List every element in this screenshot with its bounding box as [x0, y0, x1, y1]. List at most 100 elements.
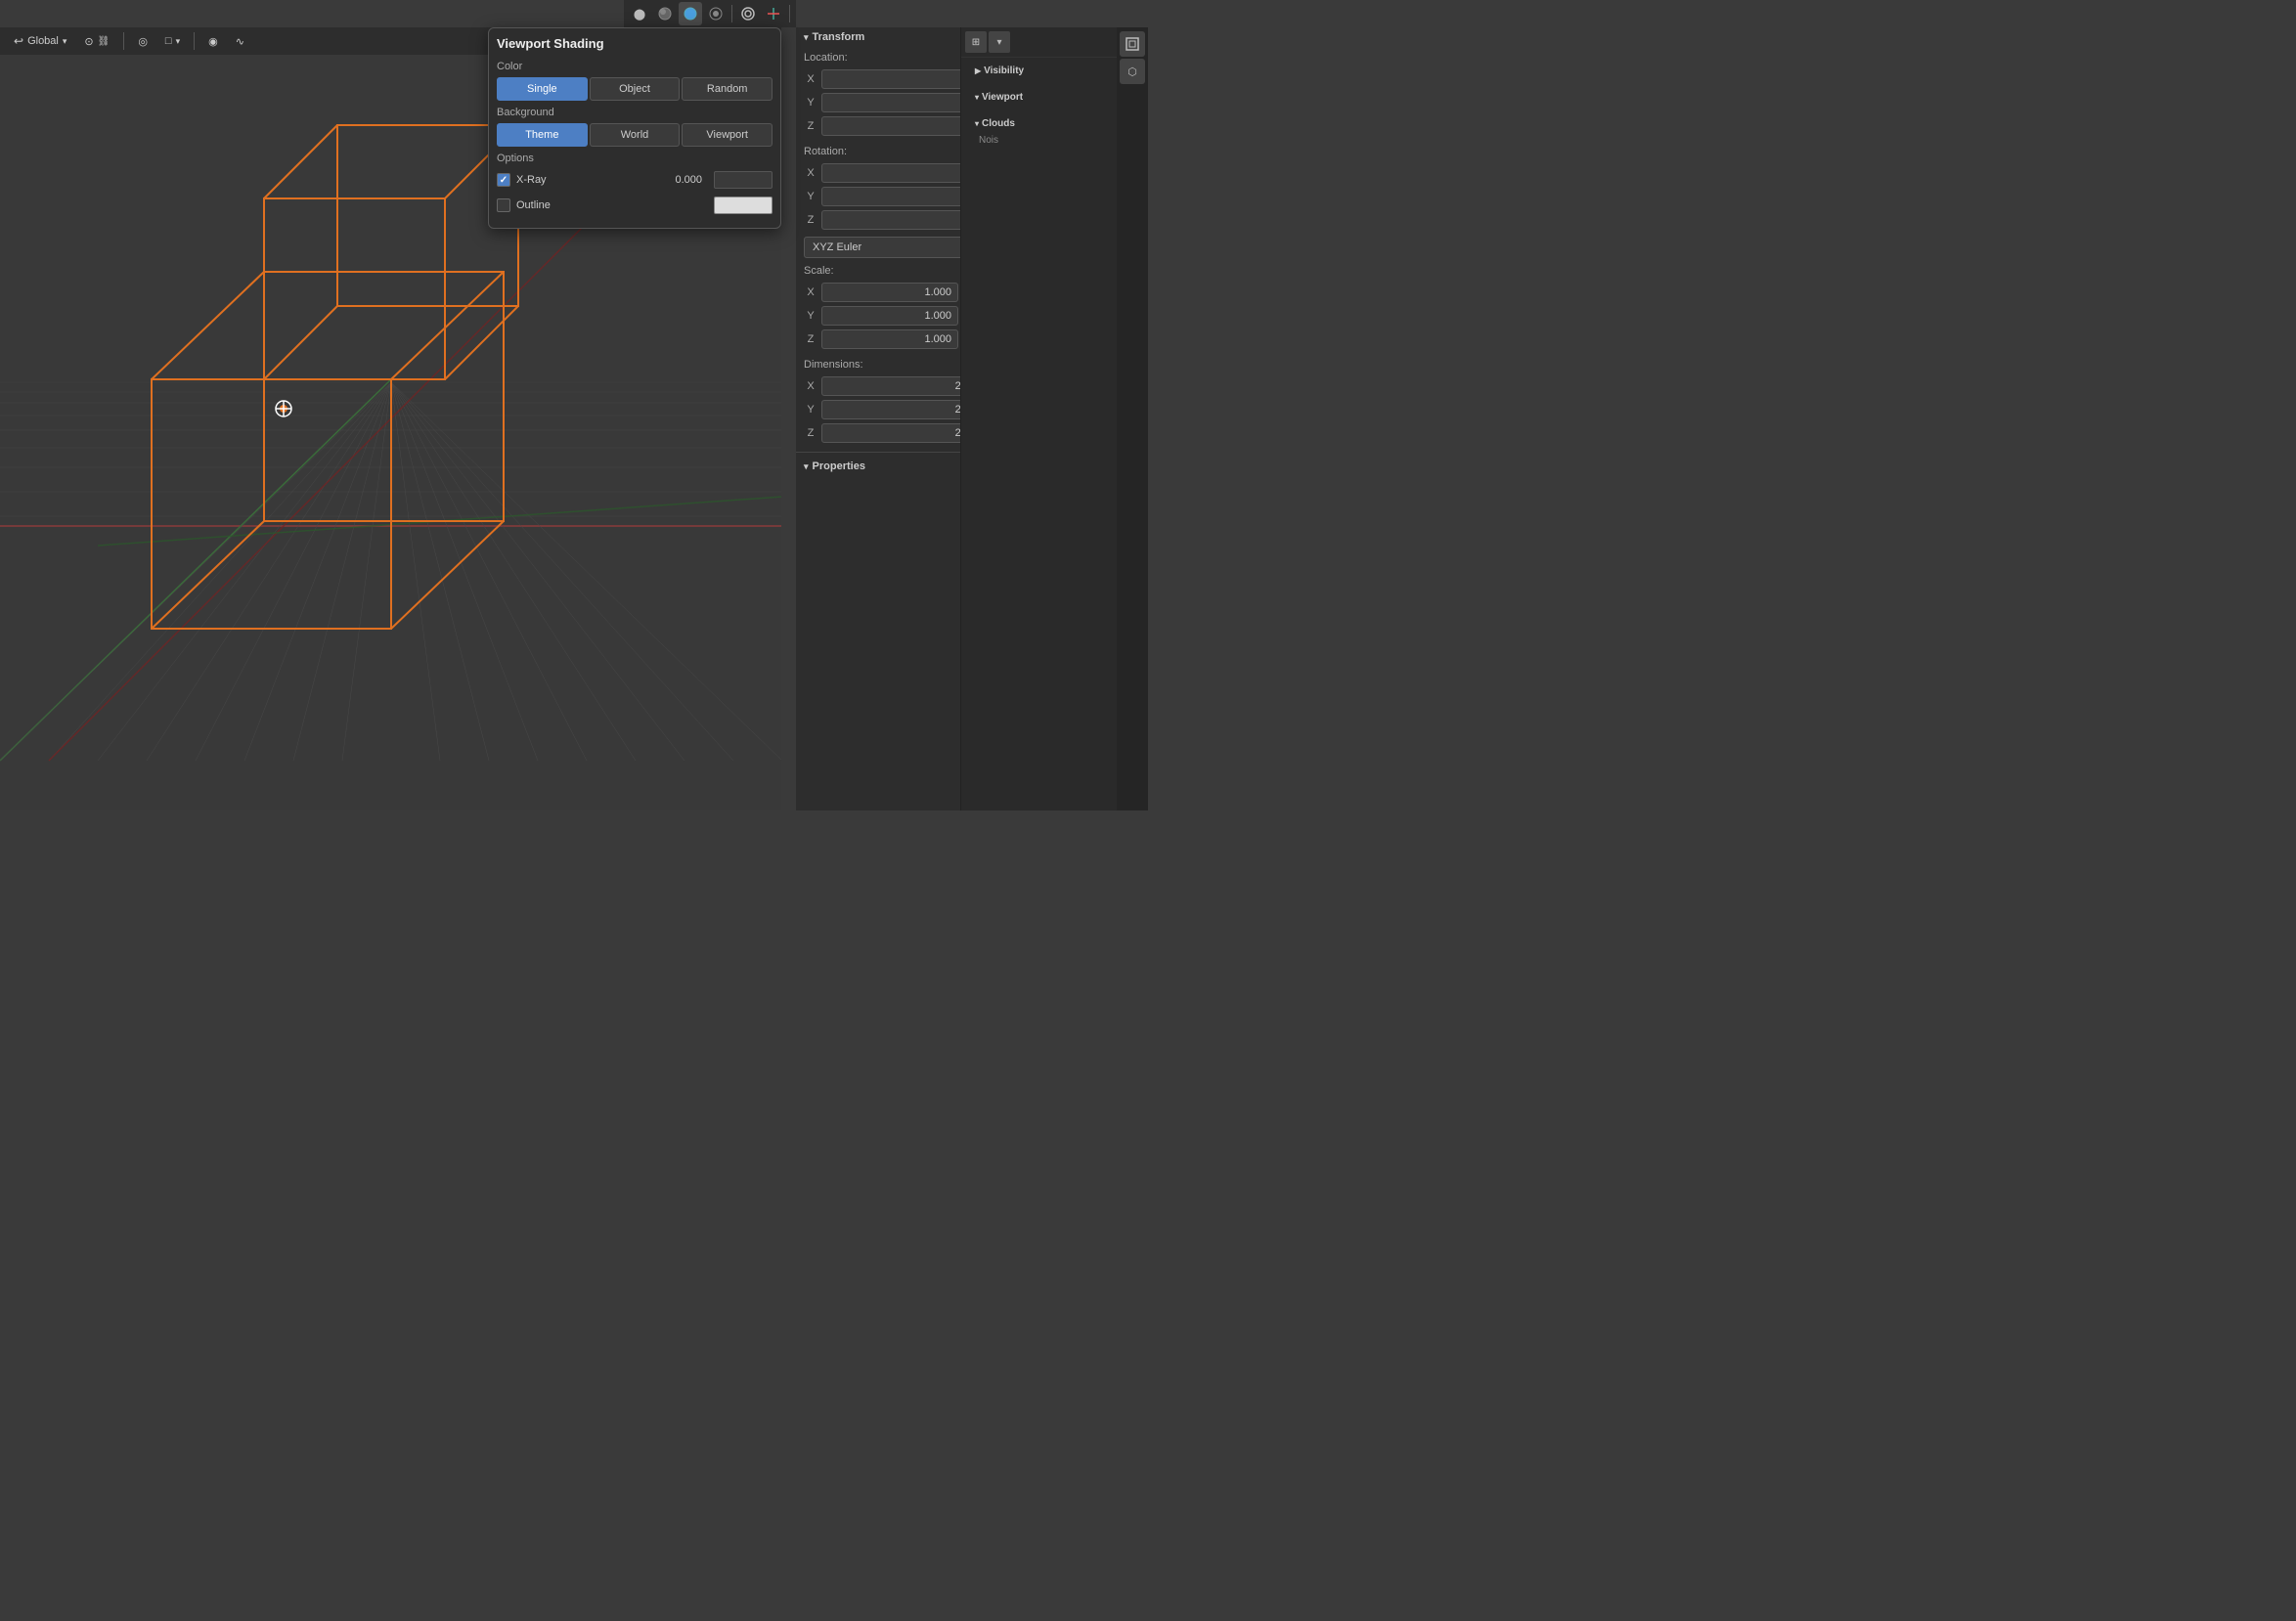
material-shading-btn[interactable] — [653, 2, 677, 25]
scale-x-value: 1.000 — [924, 286, 951, 298]
dim-x-input[interactable]: 2 m — [821, 376, 980, 396]
viewport-container: ▾ Viewport — [961, 84, 1117, 110]
proportional-edit-toggle[interactable]: □ ▾ — [159, 33, 186, 49]
transform-section-label: Transform — [813, 31, 865, 43]
pivot-link-icon: ⛓ — [98, 36, 110, 47]
euler-label: XYZ Euler — [813, 241, 861, 253]
dimensions-fields: X 2 m Y 2 m Z 2 m — [796, 375, 988, 448]
dim-y-row: Y 2 m — [804, 399, 980, 420]
scale-z-label: Z — [804, 333, 817, 345]
rendered-shading-btn[interactable] — [679, 2, 702, 25]
bg-viewport-btn[interactable]: Viewport — [682, 123, 773, 147]
location-label: Location: — [804, 52, 872, 64]
scale-row: Scale: — [796, 260, 988, 282]
xray-label: X-Ray — [516, 174, 669, 186]
rotation-x-row: X — [804, 162, 980, 184]
bg-theme-btn[interactable]: Theme — [497, 123, 588, 147]
background-section-label: Background — [497, 107, 773, 118]
euler-dropdown[interactable]: XYZ Euler ▾ — [804, 237, 980, 258]
popup-title: Viewport Shading — [497, 36, 773, 51]
visibility-header[interactable]: ▶ Visibility — [967, 62, 1111, 80]
viewport-section-label: Viewport — [982, 92, 1023, 103]
rotation-y-input[interactable] — [821, 187, 980, 206]
far-right-panel: ⬡ — [1117, 27, 1148, 810]
viewport-overlays-btn[interactable] — [736, 2, 760, 25]
xray-option-row: ✓ X-Ray 0.000 — [497, 169, 773, 191]
dim-y-input[interactable]: 2 m — [821, 400, 980, 419]
far-right-icon-1[interactable] — [1120, 31, 1145, 57]
proportional-icon: □ — [165, 35, 172, 47]
dim-z-row: Z 2 m — [804, 422, 980, 444]
pivot-point-selector[interactable]: ⊙ ⛓ — [78, 33, 115, 50]
viewport-shading-popup: Viewport Shading Color Single Object Ran… — [488, 27, 781, 229]
viewport-section-header[interactable]: ▾ Viewport — [967, 88, 1111, 107]
outline-option-row: Outline — [497, 195, 773, 216]
xray-checkbox[interactable]: ✓ — [497, 173, 510, 187]
scale-z-value: 1.000 — [924, 333, 951, 345]
pivot-icon: ⊙ — [84, 35, 93, 48]
snap-toggle[interactable]: ◎ — [132, 33, 154, 50]
dimensions-row: Dimensions: — [796, 354, 988, 375]
rotation-z-label: Z — [804, 214, 817, 226]
properties-section-header[interactable]: ▾ Properties ⋯ — [796, 457, 988, 476]
color-section-label: Color — [497, 61, 773, 72]
orientation-label: Global — [27, 35, 59, 47]
scale-x-input[interactable]: 1.000 — [821, 283, 958, 302]
overlay-toggle[interactable]: ◉ — [202, 33, 224, 50]
rotation-y-row: Y — [804, 186, 980, 207]
location-y-row: Y — [804, 92, 980, 113]
bg-world-btn[interactable]: World — [590, 123, 681, 147]
dim-z-input[interactable]: 2 m — [821, 423, 980, 443]
visibility-chevron: ▶ — [975, 66, 981, 75]
rotation-x-input[interactable] — [821, 163, 980, 183]
color-random-btn[interactable]: Random — [682, 77, 773, 101]
transform-orientation-selector[interactable]: ↩ Global ▾ — [8, 32, 72, 50]
viewport-shading-header: ⬤ — [624, 0, 796, 27]
color-single-btn[interactable]: Single — [497, 77, 588, 101]
header-sep — [731, 5, 732, 22]
clouds-label: Clouds — [982, 118, 1015, 129]
location-z-label: Z — [804, 120, 817, 132]
dim-x-row: X 2 m — [804, 375, 980, 397]
scale-z-input[interactable]: 1.000 — [821, 329, 958, 349]
wave-icon-btn[interactable]: ∿ — [230, 33, 250, 50]
scale-y-value: 1.000 — [924, 310, 951, 322]
snap-icon: ◎ — [138, 35, 148, 48]
n-panel: ▾ Transform Location: X Y Z — [796, 27, 988, 810]
dimensions-label: Dimensions: — [804, 359, 872, 371]
location-fields: X Y Z — [796, 68, 988, 141]
orientation-icon: ↩ — [14, 34, 23, 48]
secondary-icons-row: ⊞ ▾ — [961, 27, 1117, 58]
location-y-input[interactable] — [821, 93, 980, 112]
far-right-icon-2[interactable]: ⬡ — [1120, 59, 1145, 84]
location-x-input[interactable] — [821, 69, 980, 89]
dim-z-label: Z — [804, 427, 817, 439]
gizmo-toggle-btn[interactable] — [762, 2, 785, 25]
xray-slider[interactable] — [714, 171, 773, 189]
location-z-input[interactable] — [821, 116, 980, 136]
transform-section-header[interactable]: ▾ Transform — [796, 27, 988, 47]
transform-chevron: ▾ — [804, 32, 809, 43]
visibility-container: ▶ Visibility — [961, 58, 1117, 84]
scale-y-input[interactable]: 1.000 — [821, 306, 958, 326]
rotation-label: Rotation: — [804, 146, 872, 157]
overlay-icon: ◉ — [208, 35, 218, 48]
location-x-row: X — [804, 68, 980, 90]
solid-shading-btn[interactable]: ⬤ — [628, 2, 651, 25]
eevee-btn[interactable] — [704, 2, 728, 25]
color-object-btn[interactable]: Object — [590, 77, 681, 101]
options-section-label: Options — [497, 153, 773, 164]
scale-y-row: Y 1.000 ⊡ — [804, 305, 980, 327]
outline-checkbox[interactable] — [497, 198, 510, 212]
properties-chevron: ▾ — [804, 461, 809, 472]
properties-section-label: Properties — [813, 460, 865, 472]
sec-icon-1[interactable]: ⊞ — [965, 31, 987, 53]
dim-y-label: Y — [804, 404, 817, 416]
sec-icon-2[interactable]: ▾ — [989, 31, 1010, 53]
clouds-header[interactable]: ▾ Clouds — [967, 114, 1111, 133]
scale-label: Scale: — [804, 265, 872, 277]
rotation-z-input[interactable] — [821, 210, 980, 230]
secondary-right-panel: ⊞ ▾ ▶ Visibility ▾ Viewport ▾ Clouds Noi… — [960, 27, 1117, 810]
outline-color-picker[interactable] — [714, 197, 773, 214]
viewport-section-chevron: ▾ — [975, 93, 979, 102]
